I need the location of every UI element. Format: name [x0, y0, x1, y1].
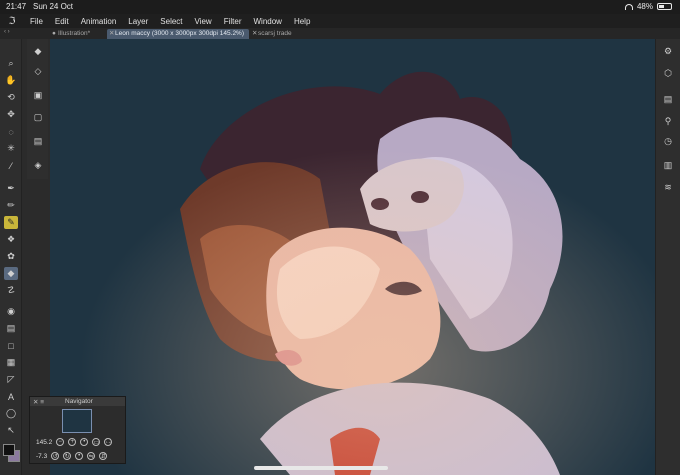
battery-level	[659, 5, 665, 8]
magic-wand-icon[interactable]: ✳	[4, 142, 18, 155]
decoration-icon[interactable]: ✿	[4, 250, 18, 263]
status-date: Sun 24 Oct	[33, 2, 74, 11]
tab-label: scarsj trade	[258, 30, 292, 37]
navigator-header: ✕ ≡ Navigator	[30, 397, 125, 406]
navigator-panel: ✕ ≡ Navigator 145.2 − + • ▭ ⛶ -7.3 ↺ ↻ •…	[29, 396, 126, 464]
brush-size-icon[interactable]: ◷	[661, 135, 675, 148]
tab-dot-icon: ●	[52, 30, 56, 37]
tab-scarsj-trade[interactable]: ✕ scarsj trade	[250, 29, 305, 39]
zoom-icon[interactable]: ⌕	[4, 57, 18, 70]
menu-bar: ℑ File Edit Animation Layer Select View …	[0, 14, 680, 28]
app-logo-icon[interactable]: ℑ	[0, 14, 24, 28]
zoom-in-icon[interactable]: +	[68, 438, 77, 446]
close-icon[interactable]: ✕ ≡	[33, 398, 44, 406]
zoom-reset-icon[interactable]: •	[80, 438, 89, 446]
right-panel-icons: ⚙ ⬡ ▤ ⚲ ◷ ▥ ≋	[655, 39, 680, 475]
tool-property-icon[interactable]: ⚲	[661, 115, 675, 128]
settings-icon[interactable]: ⚙	[661, 45, 675, 58]
battery-label: 48%	[636, 2, 653, 11]
blend-icon[interactable]: ☡	[4, 284, 18, 297]
menu-file[interactable]: File	[24, 17, 49, 26]
wifi-icon	[624, 3, 633, 10]
rotate-right-icon[interactable]: ↻	[63, 452, 72, 460]
menu-view[interactable]: View	[189, 17, 218, 26]
sub-eraser-kneaded-icon[interactable]: ◈	[31, 159, 45, 172]
menu-edit[interactable]: Edit	[49, 17, 75, 26]
tab-scroll-arrows-icon[interactable]: ‹ ›	[4, 29, 10, 35]
layer-property-icon[interactable]: ▤	[661, 93, 675, 106]
brush-icon[interactable]: ✎	[4, 216, 18, 229]
ruler-icon[interactable]: ◸	[4, 373, 18, 386]
flip-horizontal-icon[interactable]: ⇋	[87, 452, 96, 460]
sub-eraser-soft-icon[interactable]: ◇	[31, 65, 45, 78]
text-icon[interactable]: A	[4, 390, 18, 403]
tab-leon-maccy[interactable]: ✕ Leon maccy (3000 x 3000px 300dpi 145.2…	[107, 29, 249, 39]
tab-illustration[interactable]: ● Illustration*	[50, 29, 105, 39]
rotate-left-icon[interactable]: ↺	[51, 452, 60, 460]
menu-select[interactable]: Select	[154, 17, 188, 26]
sub-eraser-rough-icon[interactable]: ▤	[31, 135, 45, 148]
document-tab-bar: ‹ › ● Illustration* ✕ Leon maccy (3000 x…	[0, 28, 680, 39]
foreground-color-swatch[interactable]	[3, 444, 15, 456]
tool-palette: ⌕ ✋ ⟲ ✥ ◌ ✳ ⁄ ✒ ✏ ✎ ❖ ✿ ◆ ☡ ◉ ▤ □ ▦ ◸ A …	[0, 39, 22, 475]
artwork	[50, 39, 655, 475]
correct-line-icon[interactable]: ↖	[4, 424, 18, 437]
sub-eraser-vector-icon[interactable]: ▣	[31, 89, 45, 102]
flip-vertical-icon[interactable]: ⇵	[99, 452, 108, 460]
status-right: 48%	[624, 2, 672, 11]
pencil-icon[interactable]: ✏	[4, 199, 18, 212]
figure-icon[interactable]: □	[4, 339, 18, 352]
eraser-icon[interactable]: ◆	[4, 267, 18, 280]
move-icon[interactable]: ✥	[4, 108, 18, 121]
battery-icon	[657, 3, 672, 10]
sub-tool-detail-icon[interactable]: ⬡	[661, 67, 675, 80]
sub-eraser-hard-icon[interactable]: ◆	[31, 45, 45, 58]
close-icon[interactable]: ✕	[252, 29, 257, 39]
sub-eraser-snap-icon[interactable]: ▢	[31, 111, 45, 124]
gradient-icon[interactable]: ▤	[4, 322, 18, 335]
color-set-icon[interactable]: ▥	[661, 159, 675, 172]
fit-view-icon[interactable]: ▭	[92, 438, 101, 446]
sub-tool-palette: ◆ ◇ ▣ ▢ ▤ ◈	[27, 39, 48, 179]
tab-label: Leon maccy (3000 x 3000px 300dpi 145.2%)	[115, 30, 245, 37]
tab-label: Illustration*	[58, 30, 91, 37]
zoom-out-icon[interactable]: −	[56, 438, 65, 446]
layers-icon[interactable]: ≋	[661, 181, 675, 194]
balloon-icon[interactable]: ◯	[4, 407, 18, 420]
rotate-icon[interactable]: ⟲	[4, 91, 18, 104]
navigator-zoom-row: 145.2 − + • ▭ ⛶	[36, 438, 113, 446]
navigator-rotation-row: -7.3 ↺ ↻ • ⇋ ⇵	[36, 452, 108, 460]
drawing-canvas[interactable]	[50, 39, 655, 475]
menu-animation[interactable]: Animation	[75, 17, 123, 26]
frame-icon[interactable]: ▦	[4, 356, 18, 369]
menu-layer[interactable]: Layer	[122, 17, 154, 26]
fill-icon[interactable]: ◉	[4, 305, 18, 318]
hand-icon[interactable]: ✋	[4, 74, 18, 87]
status-bar: 21:47 Sun 24 Oct 48%	[0, 0, 680, 14]
navigator-title: Navigator	[65, 398, 93, 405]
menu-filter[interactable]: Filter	[218, 17, 248, 26]
zoom-value: 145.2	[36, 438, 53, 446]
menu-window[interactable]: Window	[248, 17, 288, 26]
rotation-value: -7.3	[36, 452, 48, 460]
status-time: 21:47	[6, 2, 27, 11]
rotation-reset-icon[interactable]: •	[75, 452, 84, 460]
home-indicator[interactable]	[254, 466, 388, 470]
menu-help[interactable]: Help	[288, 17, 316, 26]
lasso-icon[interactable]: ◌	[4, 125, 18, 138]
eyedropper-icon[interactable]: ⁄	[4, 159, 18, 172]
close-icon[interactable]: ✕	[109, 29, 114, 39]
navigator-thumbnail[interactable]	[62, 409, 92, 433]
fill-view-icon[interactable]: ⛶	[104, 438, 113, 446]
airbrush-icon[interactable]: ❖	[4, 233, 18, 246]
pen-icon[interactable]: ✒	[4, 182, 18, 195]
